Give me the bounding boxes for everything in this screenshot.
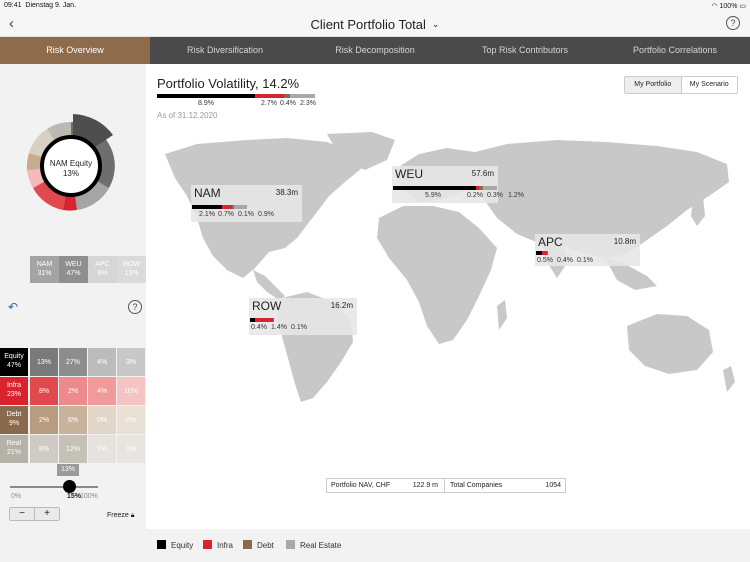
slider-max-label: 100%: [80, 493, 98, 500]
matrix-cell-debt-apc[interactable]: 0%: [88, 406, 116, 434]
zoom-stepper: − +: [9, 507, 60, 521]
navigation-bar: ‹ Client Portfolio Total ⌄ ?: [0, 12, 750, 37]
stepper-plus-button[interactable]: +: [35, 508, 59, 520]
region-card-nam[interactable]: NAM 38.3m 2.1% 0.7% 0.1% 0.9%: [191, 185, 302, 222]
total-companies-value: 1054: [545, 482, 561, 489]
matrix-col-row[interactable]: ROW 13%: [117, 256, 146, 283]
matrix-cell-debt-row[interactable]: 0%: [117, 406, 145, 434]
portfolio-pct-equity: 8.9%: [198, 100, 214, 107]
matrix-cell-infra-weu[interactable]: 2%: [59, 377, 87, 405]
tab-portfolio-correlations[interactable]: Portfolio Correlations: [600, 37, 750, 64]
portfolio-scenario-toggle: My Portfolio My Scenario: [624, 76, 738, 94]
matrix-cell-debt-nam[interactable]: 2%: [30, 406, 58, 434]
stepper-minus-button[interactable]: −: [10, 508, 35, 520]
tab-bar: Risk Overview Risk Diversification Risk …: [0, 37, 750, 64]
map-central-america[interactable]: [253, 270, 285, 300]
freeze-toggle[interactable]: Freeze 🔒︎: [107, 512, 134, 520]
slider-thumb[interactable]: [62, 480, 76, 493]
matrix-row-equity[interactable]: Equity 47%: [0, 348, 28, 376]
battery-icon: ▭: [739, 3, 746, 10]
matrix-col-weu[interactable]: WEU 47%: [59, 256, 88, 283]
legend-swatch-equity: [157, 540, 166, 549]
undo-icon[interactable]: ↶: [8, 300, 18, 314]
legend-item-infra: Infra: [203, 540, 233, 550]
matrix-col-apc[interactable]: APC 8%: [88, 256, 117, 283]
region-card-row[interactable]: ROW 16.2m 0.4% 1.4% 0.1%: [249, 298, 357, 335]
portfolio-volatility-title: Portfolio Volatility, 14.2%: [157, 76, 300, 91]
region-weu-pct-real-estate: 1.2%: [508, 192, 524, 199]
matrix-cell-equity-row[interactable]: 3%: [117, 348, 145, 376]
matrix-cell-infra-apc[interactable]: 4%: [88, 377, 116, 405]
matrix-row-debt[interactable]: Debt 9%: [0, 406, 28, 434]
matrix-cell-equity-nam[interactable]: 13%: [30, 348, 58, 376]
portfolio-pct-real-estate: 2.3%: [300, 100, 316, 107]
matrix-cell-equity-weu[interactable]: 27%: [59, 348, 87, 376]
slider-value-label: 15%: [67, 493, 82, 500]
region-card-apc[interactable]: APC 10.8m 0.5% 0.4% 0.1%: [535, 234, 640, 266]
battery-level: 100%: [719, 3, 738, 10]
tab-risk-overview[interactable]: Risk Overview: [0, 37, 150, 64]
tab-top-risk-contributors[interactable]: Top Risk Contributors: [450, 37, 600, 64]
status-date: Dienstag 9. Jan.: [25, 2, 77, 9]
portfolio-pct-infra: 2.7%: [261, 100, 277, 107]
region-card-weu[interactable]: WEU 57.6m 5.9% 0.2% 0.3%: [392, 166, 503, 203]
donut-center-label: NAM Equity 13%: [49, 159, 93, 178]
map-japan[interactable]: [691, 196, 705, 226]
legend-item-real-estate: Real Estate: [286, 540, 341, 550]
matrix-col-nam[interactable]: NAM 31%: [30, 256, 59, 283]
tab-risk-diversification[interactable]: Risk Diversification: [150, 37, 300, 64]
matrix-cell-infra-nam[interactable]: 8%: [30, 377, 58, 405]
legend-swatch-infra: [203, 540, 212, 549]
slider-min-label: 0%: [11, 493, 22, 500]
legend-swatch-real-estate: [286, 540, 295, 549]
wifi-icon: ◠: [711, 3, 718, 10]
status-bar: 09:41 Dienstag 9. Jan. ◠ 100% ▭: [0, 0, 750, 12]
matrix-cell-real-nam[interactable]: 8%: [30, 435, 58, 463]
help-icon[interactable]: ?: [726, 16, 740, 30]
portfolio-summary-table: Portfolio NAV, CHF 122.9 m Total Compani…: [326, 478, 566, 493]
map-australia[interactable]: [627, 314, 713, 374]
slider-track[interactable]: [10, 486, 98, 488]
matrix-help-icon[interactable]: ?: [128, 300, 142, 314]
legend-swatch-debt: [243, 540, 252, 549]
page-title[interactable]: Client Portfolio Total ⌄: [0, 17, 750, 32]
back-chevron-icon[interactable]: ‹: [9, 15, 14, 32]
portfolio-bar-infra: [255, 94, 284, 98]
map-madagascar[interactable]: [497, 300, 507, 330]
matrix-cell-infra-row[interactable]: 10%: [117, 377, 145, 405]
chevron-down-icon: ⌄: [431, 19, 440, 29]
portfolio-bar-equity: [157, 94, 255, 98]
nav-value: 122.9 m: [399, 479, 445, 492]
slider-value-bubble: 13%: [57, 464, 79, 476]
nav-label: Portfolio NAV, CHF: [331, 482, 391, 489]
total-companies-label: Total Companies: [450, 482, 503, 489]
matrix-row-real[interactable]: Real 21%: [0, 435, 28, 463]
status-time: 09:41: [4, 2, 22, 9]
matrix-cell-real-apc[interactable]: 1%: [88, 435, 116, 463]
portfolio-pct-debt: 0.4%: [280, 100, 296, 107]
my-scenario-button[interactable]: My Scenario: [680, 77, 737, 93]
legend-item-equity: Equity: [157, 540, 193, 550]
matrix-cell-real-row[interactable]: 1%: [117, 435, 145, 463]
tab-risk-decomposition[interactable]: Risk Decomposition: [300, 37, 450, 64]
as-of-date: As of 31.12.2020: [157, 111, 218, 120]
matrix-row-infra[interactable]: Infra 23%: [0, 377, 28, 405]
lock-icon: 🔒︎: [130, 512, 135, 519]
matrix-cell-real-weu[interactable]: 12%: [59, 435, 87, 463]
my-portfolio-button[interactable]: My Portfolio: [625, 77, 681, 93]
legend-item-debt: Debt: [243, 540, 274, 550]
legend-bar: Equity Infra Debt Real Estate: [146, 529, 750, 562]
matrix-cell-debt-weu[interactable]: 6%: [59, 406, 87, 434]
map-africa[interactable]: [377, 206, 497, 344]
map-new-zealand[interactable]: [723, 366, 735, 392]
portfolio-bar-real-estate: [290, 94, 315, 98]
matrix-cell-equity-apc[interactable]: 4%: [88, 348, 116, 376]
